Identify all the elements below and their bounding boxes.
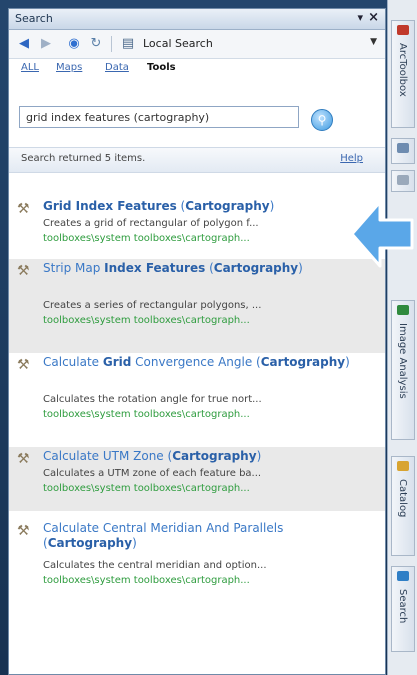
- result-title-match: Cartography: [185, 199, 270, 213]
- search-filter-bar: ALL Maps Data Tools: [9, 59, 385, 77]
- tool-hammer-icon: ⚒: [17, 357, 30, 373]
- search-input[interactable]: [19, 106, 299, 128]
- search-status-bar: Search returned 5 items. Help: [9, 147, 385, 173]
- tool-hammer-icon: ⚒: [17, 263, 30, 279]
- result-count-text: Search returned 5 items.: [21, 153, 146, 164]
- dock-tab-label: Search: [397, 589, 408, 624]
- back-arrow-icon[interactable]: ◀: [15, 35, 33, 53]
- search-scope-label: Local Search: [143, 37, 213, 50]
- dock-tab-label: ArcToolbox: [397, 43, 408, 97]
- dock-tab-image-analysis[interactable]: Image Analysis: [391, 300, 415, 440]
- result-title-match: Cartography: [260, 355, 346, 369]
- search-mode-icon[interactable]: ◉: [65, 35, 83, 53]
- refresh-icon[interactable]: ↻: [87, 35, 105, 53]
- result-title[interactable]: Calculate Grid Convergence Angle (Cartog…: [43, 355, 373, 370]
- result-title-match: Index Features: [104, 261, 206, 275]
- result-path[interactable]: toolboxes\system toolboxes\cartograph...: [43, 482, 373, 495]
- search-go-button[interactable]: ⚲: [311, 109, 333, 131]
- forward-arrow-icon[interactable]: ▶: [37, 35, 55, 53]
- pane-title: Search: [15, 12, 53, 25]
- pane-titlebar: Search ▾ ×: [9, 9, 385, 30]
- result-description: Creates a grid of rectangular of polygon…: [43, 218, 259, 229]
- result-title-text: ): [298, 261, 303, 275]
- dock-tab-blank-1[interactable]: [391, 138, 415, 164]
- result-description: Calculates the rotation angle for true n…: [43, 394, 262, 405]
- result-title-text: ): [132, 536, 137, 550]
- result-title-text: Convergence Angle (: [131, 355, 261, 369]
- result-title-match: Grid: [102, 355, 132, 369]
- filter-maps-link[interactable]: Maps: [56, 62, 82, 73]
- filter-data-link[interactable]: Data: [105, 62, 129, 73]
- dock-tab-blank-2[interactable]: [391, 170, 415, 192]
- search-scope-dropdown[interactable]: Local Search ▼: [143, 35, 379, 53]
- search-pane: Search ▾ × ◀ ▶ ◉ ↻ ▤ Local Search ▼ ALL …: [8, 8, 386, 675]
- dock-tab-label: Image Analysis: [397, 323, 408, 399]
- result-title-match: Cartography: [47, 536, 133, 550]
- result-title-text: Calculate: [43, 355, 103, 369]
- window-icon: [397, 175, 409, 185]
- result-item[interactable]: ⚒ Strip Map Index Features (Cartography)…: [9, 259, 385, 353]
- result-description: Creates a series of rectangular polygons…: [43, 300, 262, 311]
- search-toolbar: ◀ ▶ ◉ ↻ ▤ Local Search ▼: [9, 30, 385, 59]
- catalog-icon: [397, 461, 409, 471]
- result-title[interactable]: Grid Index Features (Cartography): [43, 199, 373, 214]
- result-item[interactable]: ⚒ Grid Index Features (Cartography) Crea…: [9, 197, 385, 259]
- result-title-text: (: [176, 199, 186, 213]
- result-description: Calculates a UTM zone of each feature ba…: [43, 468, 262, 479]
- close-icon[interactable]: ×: [368, 10, 379, 25]
- dock-tab-catalog[interactable]: Catalog: [391, 456, 415, 556]
- pin-icon[interactable]: ▾: [357, 11, 363, 24]
- result-title-text: ): [269, 199, 275, 213]
- result-title-text: ): [345, 355, 350, 369]
- result-item[interactable]: ⚒ Calculate Central Meridian And Paralle…: [9, 519, 385, 609]
- chevron-down-icon: ▼: [370, 37, 377, 47]
- dock-tab-label: Catalog: [397, 479, 408, 518]
- toolbar-divider: [111, 36, 112, 52]
- options-icon[interactable]: ▤: [119, 35, 137, 53]
- result-title[interactable]: Calculate Central Meridian And Parallels…: [43, 521, 373, 551]
- tool-hammer-icon: ⚒: [17, 451, 30, 467]
- result-title-text: ): [256, 449, 262, 463]
- result-path[interactable]: toolboxes\system toolboxes\cartograph...: [43, 408, 373, 421]
- tool-hammer-icon: ⚒: [17, 201, 30, 217]
- result-title-text: (: [205, 261, 214, 275]
- image-analysis-icon: [397, 305, 409, 315]
- dock-tab-search[interactable]: Search: [391, 566, 415, 652]
- filter-tools-selected[interactable]: Tools: [147, 62, 176, 73]
- result-path[interactable]: toolboxes\system toolboxes\cartograph...: [43, 314, 373, 327]
- result-path[interactable]: toolboxes\system toolboxes\cartograph...: [43, 232, 373, 245]
- result-title-match: Grid Index Features: [43, 199, 177, 213]
- result-title[interactable]: Strip Map Index Features (Cartography): [43, 261, 373, 276]
- result-path[interactable]: toolboxes\system toolboxes\cartograph...: [43, 574, 373, 587]
- toolbox-icon: [397, 25, 409, 35]
- tool-hammer-icon: ⚒: [17, 523, 30, 539]
- result-title-text: Strip Map: [43, 261, 105, 275]
- result-title-match: Cartography: [172, 449, 257, 463]
- result-title[interactable]: Calculate UTM Zone (Cartography): [43, 449, 373, 464]
- result-description: Calculates the central meridian and opti…: [43, 560, 267, 571]
- dock-tab-arctoolbox[interactable]: ArcToolbox: [391, 20, 415, 128]
- help-link[interactable]: Help: [340, 153, 363, 164]
- search-icon: ⚲: [317, 113, 327, 127]
- window-icon: [397, 143, 409, 153]
- dock-tab-strip: ArcToolbox Image Analysis Catalog Search: [387, 0, 417, 675]
- result-item[interactable]: ⚒ Calculate Grid Convergence Angle (Cart…: [9, 353, 385, 447]
- callout-arrow-icon: [350, 200, 414, 268]
- filter-all-link[interactable]: ALL: [21, 62, 39, 73]
- result-title-text: Calculate UTM Zone (: [43, 449, 173, 463]
- result-item[interactable]: ⚒ Calculate UTM Zone (Cartography) Calcu…: [9, 447, 385, 511]
- result-title-match: Cartography: [213, 261, 299, 275]
- search-icon: [397, 571, 409, 581]
